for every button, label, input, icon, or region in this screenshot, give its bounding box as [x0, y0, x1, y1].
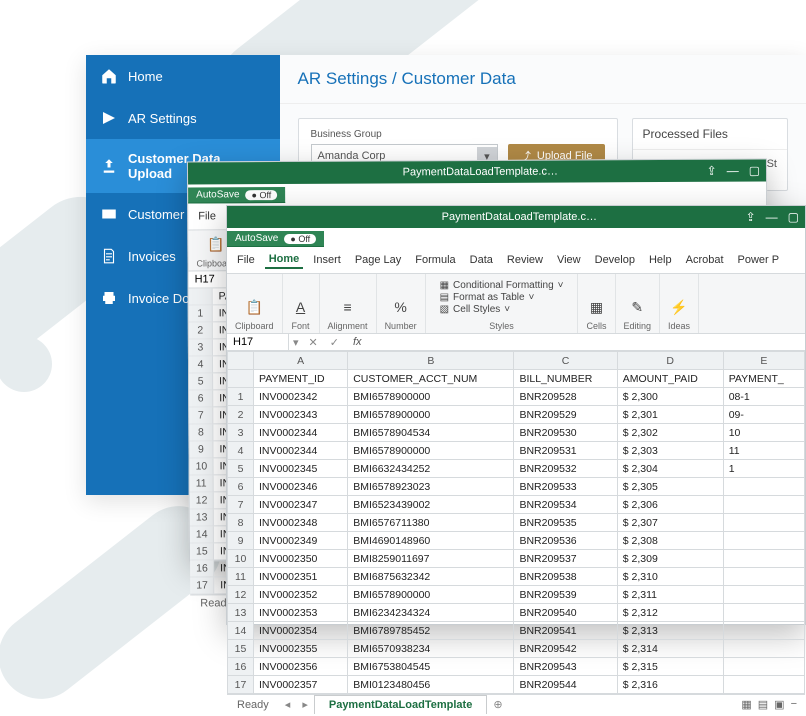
file-menu[interactable]: File [194, 208, 220, 224]
document-icon [100, 247, 118, 265]
cells-group[interactable]: ▦Cells [578, 274, 615, 333]
paste-icon: 📋 [244, 297, 264, 317]
file-menu[interactable]: File [233, 252, 259, 268]
view-break-icon[interactable]: ▣ [774, 698, 784, 711]
ideas-icon: ⚡ [669, 297, 689, 317]
print-icon [100, 289, 118, 307]
table-icon: ▤ [440, 292, 449, 303]
window-title: PaymentDataLoadTemplate.c… [293, 211, 746, 223]
tab-home[interactable]: Home [265, 251, 304, 269]
alignment-group[interactable]: ≡Alignment [320, 274, 377, 333]
ideas-group[interactable]: ⚡Ideas [660, 274, 699, 333]
col-st: St [767, 158, 777, 182]
maximize-icon[interactable]: ▢ [749, 164, 760, 178]
cursor-icon [100, 109, 118, 127]
autosave-label: AutoSave [196, 189, 239, 200]
autosave-toggle[interactable]: ● Off [284, 234, 316, 244]
fx-icon[interactable]: fx [345, 336, 370, 348]
conditional-icon: ▦ [440, 280, 449, 291]
percent-icon: % [391, 297, 411, 317]
view-normal-icon[interactable]: ▦ [741, 698, 751, 711]
clipboard-group[interactable]: 📋Clipboard [227, 274, 283, 333]
cancel-icon[interactable]: ✕ [303, 336, 324, 349]
dropdown-icon[interactable]: ▾ [289, 336, 303, 349]
sidebar-item-ar-settings[interactable]: AR Settings [86, 97, 280, 139]
minimize-icon[interactable]: — [727, 164, 739, 178]
cells-icon: ▦ [586, 297, 606, 317]
card-icon [100, 205, 118, 223]
font-group[interactable]: AFont [283, 274, 320, 333]
tab-acrobat[interactable]: Acrobat [682, 252, 728, 268]
share-icon[interactable]: ⇪ [746, 210, 756, 224]
confirm-icon[interactable]: ✓ [324, 336, 345, 349]
spreadsheet-grid[interactable]: ABCDEPAYMENT_IDCUSTOMER_ACCT_NUMBILL_NUM… [227, 351, 805, 694]
name-box[interactable] [227, 334, 289, 350]
titlebar[interactable]: PaymentDataLoadTemplate.c… ⇪ — ▢ [227, 206, 805, 228]
autosave-row: AutoSave ● Off [227, 231, 324, 247]
tab-review[interactable]: Review [503, 252, 547, 268]
editing-icon: ✎ [627, 297, 647, 317]
paste-icon: 📋 [206, 234, 226, 254]
autosave-label: AutoSave [235, 233, 278, 244]
add-sheet-button[interactable]: ⊕ [493, 698, 502, 711]
formula-bar: ▾ ✕ ✓ fx [227, 334, 805, 351]
minimize-icon[interactable]: — [766, 210, 778, 224]
tab-data[interactable]: Data [466, 252, 497, 268]
breadcrumb: AR Settings / Customer Data [280, 55, 806, 104]
window-controls[interactable]: ⇪ — ▢ [707, 164, 760, 178]
upload-icon [100, 157, 118, 175]
titlebar[interactable]: PaymentDataLoadTemplate.c… ⇪ — ▢ [188, 159, 766, 184]
share-icon[interactable]: ⇪ [707, 164, 717, 178]
sidebar-item-home[interactable]: Home [86, 55, 280, 97]
cellstyles-icon: ▧ [440, 304, 449, 315]
home-icon [100, 67, 118, 85]
sidebar-label: Invoices [128, 249, 176, 264]
tab-insert[interactable]: Insert [309, 252, 345, 268]
styles-group[interactable]: ▦Conditional Formatting ˅ ▤Format as Tab… [426, 274, 579, 333]
tab-formula[interactable]: Formula [411, 252, 459, 268]
excel-window-front: PaymentDataLoadTemplate.c… ⇪ — ▢ AutoSave … [226, 205, 806, 625]
sidebar-label: AR Settings [128, 111, 197, 126]
font-icon: A [291, 297, 311, 317]
sheet-next[interactable]: ▸ [296, 698, 314, 711]
window-controls[interactable]: ⇪ — ▢ [746, 210, 799, 224]
autosave-toggle[interactable]: ● Off [245, 190, 277, 200]
sheet-tab[interactable]: PaymentDataLoadTemplate [314, 695, 487, 714]
align-icon: ≡ [338, 297, 358, 317]
processed-files-title: Processed Files [633, 119, 787, 150]
sidebar-label: Home [128, 69, 163, 84]
tab-view[interactable]: View [553, 252, 585, 268]
status-ready: Ready [227, 697, 279, 713]
window-title: PaymentDataLoadTemplate.c… [254, 165, 707, 179]
business-group-label: Business Group [311, 129, 605, 140]
autosave-row: AutoSave ● Off [188, 187, 285, 204]
sheet-prev[interactable]: ◂ [279, 698, 297, 711]
view-page-icon[interactable]: ▤ [758, 698, 768, 711]
number-group[interactable]: %Number [377, 274, 426, 333]
zoom-out-icon[interactable]: − [791, 698, 797, 711]
sheet-tab-bar: Ready ◂ ▸ PaymentDataLoadTemplate ⊕ ▦ ▤ … [227, 694, 805, 714]
editing-group[interactable]: ✎Editing [616, 274, 661, 333]
tab-powerp[interactable]: Power P [734, 252, 784, 268]
ribbon: 📋Clipboard AFont ≡Alignment %Number ▦Con… [227, 274, 805, 334]
tab-develop[interactable]: Develop [591, 252, 639, 268]
tab-page-layout[interactable]: Page Lay [351, 252, 405, 268]
maximize-icon[interactable]: ▢ [788, 210, 799, 224]
ribbon-tabs: File Home Insert Page Lay Formula Data R… [227, 247, 805, 274]
tab-help[interactable]: Help [645, 252, 676, 268]
